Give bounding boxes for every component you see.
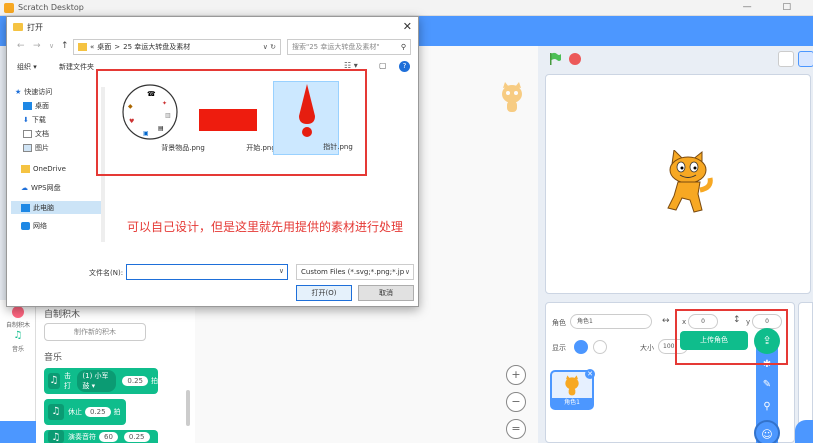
document-icon [23,130,32,138]
nav-downloads[interactable]: ⬇ 下载 [23,115,46,125]
scratch-app-icon [4,2,14,13]
nav-pictures[interactable]: 图片 [23,143,49,153]
delete-sprite-icon[interactable]: ✕ [585,369,595,379]
filename-input[interactable]: ∨ [126,264,288,280]
dialog-title: 打开 [27,22,43,32]
my-blocks-dot-icon [12,306,24,318]
help-icon[interactable]: ? [399,61,410,72]
cat-sprite-icon[interactable] [660,150,716,214]
nav-documents[interactable]: 文档 [23,129,49,139]
search-input[interactable]: 搜索"25 幸运大转盘及素材" ⚲ [287,39,411,55]
folder-icon [21,165,30,173]
address-row: ← → ∨ ↑ « 桌面 > 25 幸运大转盘及素材 ∨ ↻ 搜索"25 幸运大… [7,39,418,59]
music-note-icon: ♫ [48,373,60,389]
choose-sprite-button[interactable]: ☺ [754,420,780,443]
file-open-dialog: 打开 ✕ ← → ∨ ↑ « 桌面 > 25 幸运大转盘及素材 ∨ ↻ 搜索"2… [6,16,419,307]
category-music[interactable]: ♫ 音乐 [4,330,32,353]
dialog-titlebar: 打开 ✕ [7,17,418,37]
green-flag-icon[interactable] [548,52,562,66]
address-bar[interactable]: « 桌面 > 25 幸运大转盘及素材 ∨ ↻ [73,39,281,55]
close-icon[interactable]: ✕ [403,20,412,33]
filename-label: 文件名(N): [89,269,124,277]
beats-input[interactable]: 0.25 [122,376,148,386]
palette-heading-my-blocks: 自制积木 [44,310,81,320]
cancel-button[interactable]: 取消 [358,285,414,301]
recent-dropdown-icon[interactable]: ∨ [49,42,54,50]
preview-pane-icon[interactable]: ▢ [379,61,387,70]
search-icon[interactable]: ⚲ [760,400,774,414]
chevron-down-icon[interactable]: ∨ [279,267,284,275]
organize-button[interactable]: 组织 ▾ [17,62,37,72]
show-eye-icon[interactable] [574,340,588,354]
nav-desktop[interactable]: 桌面 [23,101,49,111]
nav-wps-drive[interactable]: ☁ WPS网盘 [21,183,61,193]
music-note-icon: ♫ [12,330,24,342]
nav-network[interactable]: 网络 [21,221,47,231]
zoom-reset-button[interactable]: = [506,419,526,439]
computer-icon [21,203,30,212]
up-arrow-icon[interactable]: ↑ [61,41,69,51]
normal-stage-button[interactable] [798,51,813,67]
picture-icon [23,144,32,152]
hide-eye-icon[interactable] [593,340,607,354]
sprite-thumb-label: 角色1 [552,398,592,408]
navigation-pane: ★ 快速访问 桌面 ⬇ 下载 文档 图片 OneDrive ☁ WPS网盘 此电… [7,79,103,259]
category-my-blocks[interactable]: 自制积木 [4,306,32,329]
cat-thumb-icon [565,375,579,396]
sprite-name-label: 角色 [552,319,566,327]
size-label: 大小 [640,344,654,352]
block-play-drum[interactable]: ♫ 击打 (1) 小军鼓 ▾ 0.25 拍 [44,368,158,394]
nav-onedrive[interactable]: OneDrive [21,165,66,173]
back-arrow-icon[interactable]: ← [17,41,25,51]
choose-backdrop-button[interactable] [795,420,813,443]
drum-dropdown[interactable]: (1) 小军鼓 ▾ [77,370,117,392]
network-icon [21,222,30,230]
x-arrows-icon: ↔ [662,316,670,326]
rest-beats-input[interactable]: 0.25 [85,407,111,417]
star-icon: ★ [15,88,22,96]
desktop-icon [23,102,32,110]
add-extension-button[interactable] [0,421,36,443]
folder-icon [78,43,87,51]
new-folder-button[interactable]: 新建文件夹 [59,62,94,72]
sprite-thumbnail[interactable]: ✕ 角色1 [550,369,595,410]
zoom-in-button[interactable]: + [506,365,526,385]
music-note-icon: ♫ [48,430,64,443]
stop-icon[interactable] [569,53,581,65]
highlight-box-upload [675,309,788,365]
search-icon: ⚲ [400,43,406,51]
file-type-select[interactable]: Custom Files (*.svg;*.png;*.jp ∨ [296,264,414,280]
refresh-icon[interactable]: ∨ ↻ [263,40,276,54]
folder-icon [13,23,23,31]
block-rest[interactable]: ♫ 休止 0.25 拍 [44,399,126,425]
chevron-down-icon: ∨ [404,268,410,276]
app-title: Scratch Desktop [18,3,84,12]
nav-quick-access[interactable]: ★ 快速访问 [15,87,52,97]
breadcrumb-desktop[interactable]: 桌面 [97,40,111,54]
highlight-box-files [96,69,367,176]
block-play-note[interactable]: ♫ 演奏音符 60 0.25 [44,430,158,443]
download-icon: ⬇ [23,116,29,124]
sprite-watermark-icon [502,82,522,112]
palette-heading-music: 音乐 [44,353,63,363]
music-note-icon: ♫ [48,404,64,420]
cloud-icon: ☁ [21,184,28,192]
forward-arrow-icon[interactable]: → [33,41,41,51]
palette-scrollbar[interactable] [186,390,190,426]
nav-this-pc[interactable]: 此电脑 [11,201,103,214]
sprite-name-input[interactable]: 角色1 [570,314,652,329]
show-label: 显示 [552,344,566,352]
open-button[interactable]: 打开(O) [296,285,352,301]
paint-icon[interactable]: ✎ [760,378,774,392]
window-controls[interactable]: — □ [743,2,805,12]
small-stage-button[interactable] [778,51,794,67]
app-titlebar: Scratch Desktop — □ [0,0,813,16]
instruction-annotation: 可以自己设计，但是这里就先用提供的素材进行处理 [127,220,404,234]
make-block-button[interactable]: 制作新的积木 [44,323,146,341]
breadcrumb-folder[interactable]: 25 幸运大转盘及素材 [123,40,190,54]
zoom-out-button[interactable]: − [506,392,526,412]
